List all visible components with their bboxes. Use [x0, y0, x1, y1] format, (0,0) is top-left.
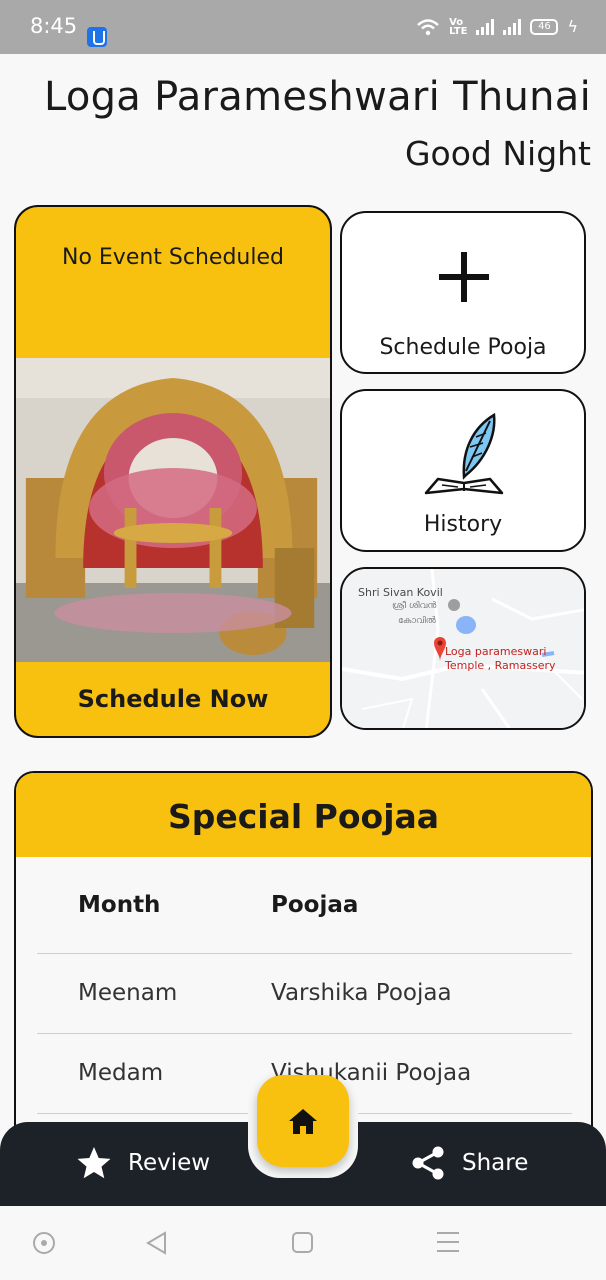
- table-row: Meenam Varshika Poojaa: [37, 953, 572, 1034]
- map-pin-label: Loga parameswari Temple , Ramassery: [445, 645, 556, 672]
- signal-icon: [476, 18, 495, 35]
- battery-icon: 46: [530, 18, 559, 35]
- temple-photo: [16, 358, 330, 662]
- column-header-poojaa: Poojaa: [271, 857, 572, 954]
- share-nav-item[interactable]: Share: [410, 1140, 528, 1186]
- month-cell: Meenam: [37, 953, 271, 1034]
- quill-book-icon: [424, 412, 504, 495]
- recents-icon[interactable]: [437, 1232, 459, 1252]
- home-icon: [289, 1109, 317, 1134]
- back-icon[interactable]: [144, 1230, 170, 1256]
- schedule-now-button[interactable]: Schedule Now: [16, 685, 330, 713]
- system-home-icon[interactable]: [292, 1232, 313, 1253]
- table-header-row: Month Poojaa: [37, 857, 572, 954]
- plus-icon: [439, 252, 489, 302]
- event-card: No Event Scheduled Schedule Now: [14, 205, 332, 738]
- share-label: Share: [462, 1150, 529, 1176]
- system-navigation-bar: [0, 1206, 606, 1280]
- event-status-text: No Event Scheduled: [62, 245, 284, 270]
- column-header-month: Month: [37, 857, 271, 954]
- review-nav-item[interactable]: Review: [76, 1140, 210, 1186]
- map-place-local-label-2: കോവിൽ: [398, 616, 436, 626]
- signal-icon-2: [503, 18, 522, 35]
- special-poojaa-title: Special Poojaa: [167, 797, 440, 836]
- schedule-pooja-label: Schedule Pooja: [379, 335, 547, 360]
- location-map[interactable]: Shri Sivan Kovil ശ്രീ ശിവൻ കോവിൽ Loga pa…: [340, 567, 586, 730]
- network-type-label: Vo LTE: [449, 16, 468, 37]
- status-bar: 8:45 Vo LTE 46 ϟ: [0, 0, 606, 54]
- poojaa-cell: Varshika Poojaa: [271, 953, 572, 1034]
- home-button[interactable]: [257, 1075, 349, 1167]
- review-label: Review: [128, 1150, 211, 1176]
- status-indicators: Vo LTE 46 ϟ: [416, 17, 578, 36]
- greeting-text: Good Night: [404, 134, 591, 173]
- charging-icon: ϟ: [567, 17, 578, 36]
- app-notification-icon: [87, 27, 107, 47]
- assistant-icon[interactable]: [33, 1232, 55, 1254]
- share-icon: [412, 1146, 444, 1180]
- star-icon: [77, 1147, 111, 1179]
- history-tile[interactable]: History: [340, 389, 586, 552]
- history-label: History: [423, 512, 503, 537]
- status-time: 8:45: [30, 14, 78, 38]
- page-title: Loga Parameshwari Thunai: [43, 74, 591, 120]
- schedule-pooja-tile[interactable]: Schedule Pooja: [340, 211, 586, 374]
- map-place-local-label: ശ്രീ ശിവൻ: [392, 601, 437, 611]
- wifi-icon: [417, 18, 439, 35]
- month-cell: Medam: [37, 1033, 271, 1114]
- map-place-label: Shri Sivan Kovil: [358, 586, 443, 599]
- special-poojaa-header: Special Poojaa: [16, 773, 591, 857]
